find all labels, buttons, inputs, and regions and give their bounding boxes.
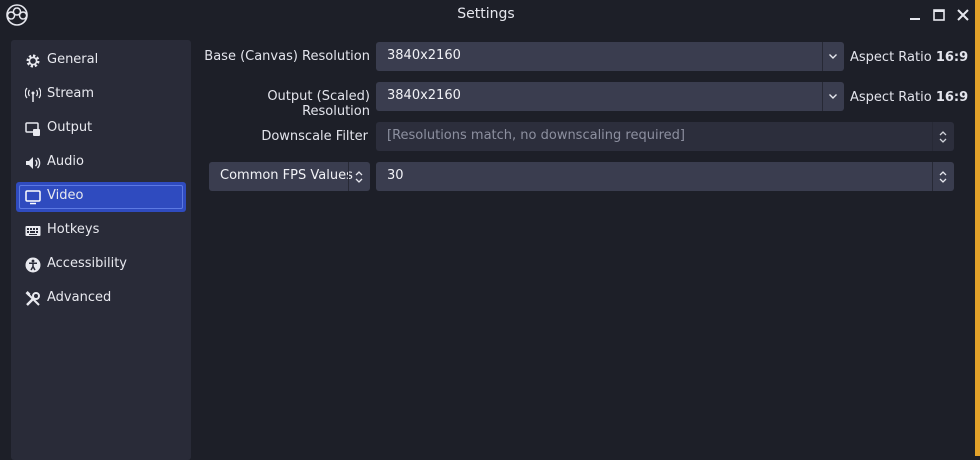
sidebar-item-video[interactable]: Video xyxy=(16,182,186,212)
settings-sidebar: General Stream Output Audio Video Hotkey… xyxy=(11,40,191,460)
minimize-icon[interactable] xyxy=(906,6,924,24)
downscale-filter-value: [Resolutions match, no downscaling requi… xyxy=(387,128,685,143)
aspect-ratio-label: Aspect Ratio xyxy=(850,50,932,65)
fps-type-select[interactable]: Common FPS Values xyxy=(209,162,370,191)
up-down-arrows-icon xyxy=(939,131,947,143)
up-down-arrows-icon xyxy=(939,171,947,183)
dropdown-button[interactable] xyxy=(822,82,844,111)
accessibility-icon xyxy=(25,257,41,273)
up-down-arrows-icon xyxy=(355,171,363,183)
spinner-button xyxy=(932,122,954,151)
sidebar-item-general[interactable]: General xyxy=(16,46,186,76)
chevron-down-icon xyxy=(829,94,837,99)
window-frame-strip xyxy=(975,0,980,456)
aspect-ratio-label: Aspect Ratio xyxy=(850,90,932,105)
sidebar-item-hotkeys[interactable]: Hotkeys xyxy=(16,216,186,246)
window-title: Settings xyxy=(457,6,515,22)
sidebar-item-accessibility[interactable]: Accessibility xyxy=(16,250,186,280)
output-aspect-ratio: Aspect Ratio 16:9 xyxy=(850,90,968,105)
antenna-icon xyxy=(25,87,41,102)
gear-icon xyxy=(26,54,40,68)
speaker-icon xyxy=(26,157,41,169)
sidebar-item-advanced[interactable]: Advanced xyxy=(16,284,186,314)
monitor-icon xyxy=(25,190,41,205)
sidebar-item-label: Output xyxy=(47,120,93,135)
base-resolution-combo[interactable]: 3840x2160 xyxy=(376,42,844,71)
chevron-down-icon xyxy=(829,54,837,59)
sidebar-item-output[interactable]: Output xyxy=(16,114,186,144)
fps-value: 30 xyxy=(387,168,404,183)
tools-icon xyxy=(25,291,40,306)
aspect-ratio-value: 16:9 xyxy=(935,50,969,65)
dropdown-button[interactable] xyxy=(822,42,844,71)
sidebar-item-label: Video xyxy=(47,188,84,203)
sidebar-item-label: Audio xyxy=(47,154,84,169)
sidebar-item-label: Advanced xyxy=(47,290,112,305)
spinner-button[interactable] xyxy=(348,162,370,191)
sidebar-item-stream[interactable]: Stream xyxy=(16,80,186,110)
sidebar-item-label: General xyxy=(47,52,99,67)
maximize-icon[interactable] xyxy=(930,6,948,24)
sidebar-item-label: Stream xyxy=(47,86,95,101)
fps-value-select[interactable]: 30 xyxy=(376,162,954,191)
spinner-button[interactable] xyxy=(932,162,954,191)
sidebar-item-audio[interactable]: Audio xyxy=(16,148,186,178)
title-bar: Settings xyxy=(0,0,980,30)
sidebar-item-label: Hotkeys xyxy=(47,222,100,237)
output-resolution-combo[interactable]: 3840x2160 xyxy=(376,82,844,111)
keyboard-icon xyxy=(25,226,41,236)
output-icon xyxy=(25,122,40,136)
output-resolution-label: Output (Scaled) Resolution xyxy=(267,89,370,119)
close-icon[interactable] xyxy=(954,6,972,24)
fps-type-value: Common FPS Values xyxy=(220,168,353,183)
sidebar-item-label: Accessibility xyxy=(47,256,127,271)
downscale-filter-select: [Resolutions match, no downscaling requi… xyxy=(376,122,954,151)
downscale-filter-label: Downscale Filter xyxy=(261,129,368,144)
base-resolution-label: Base (Canvas) Resolution xyxy=(204,49,370,64)
base-aspect-ratio: Aspect Ratio 16:9 xyxy=(850,50,968,65)
output-resolution-value: 3840x2160 xyxy=(387,88,461,103)
aspect-ratio-value: 16:9 xyxy=(935,90,969,105)
base-resolution-value: 3840x2160 xyxy=(387,48,461,63)
